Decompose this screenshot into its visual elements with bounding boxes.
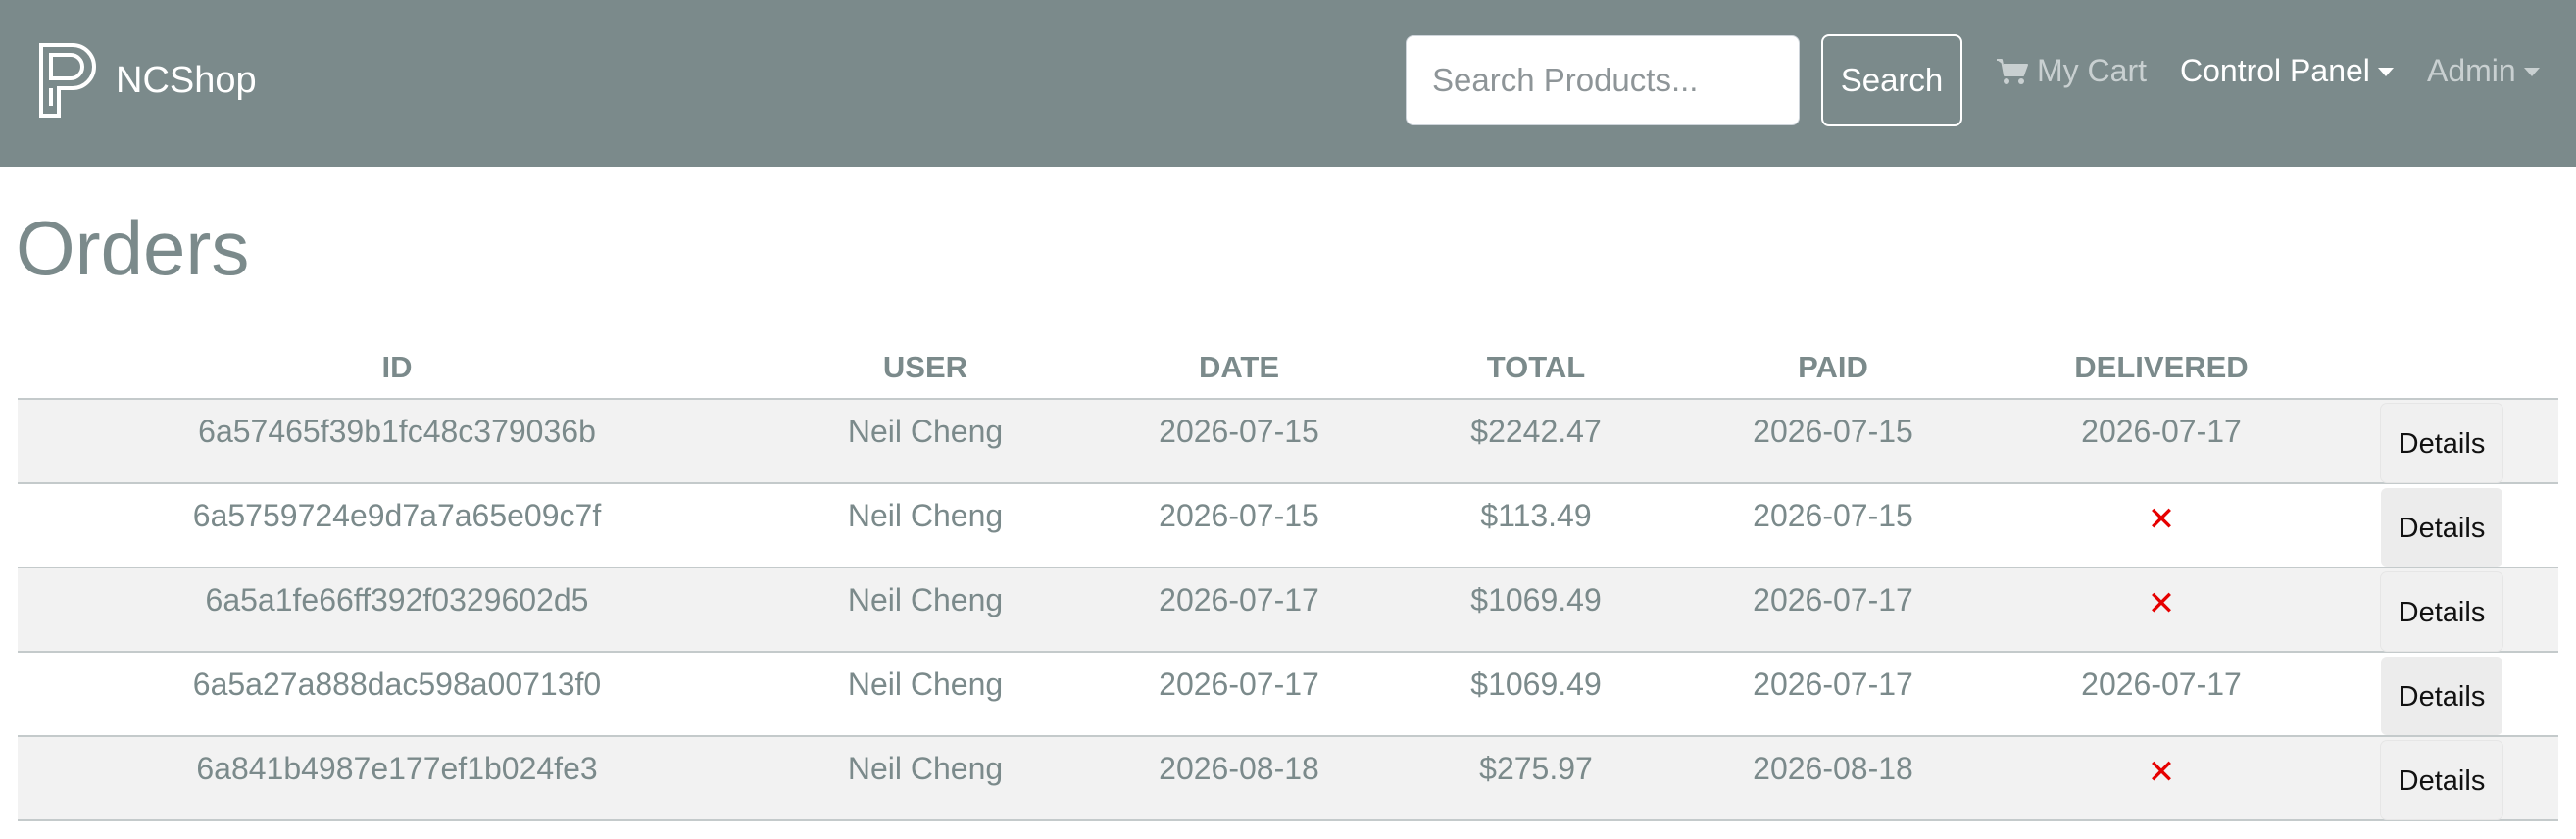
- cell-actions: Details: [2325, 399, 2558, 484]
- cell-actions: Details: [2325, 568, 2558, 653]
- details-button[interactable]: Details: [2381, 488, 2502, 567]
- cell-actions: Details: [2325, 483, 2558, 568]
- table-row: 6a57465f39b1fc48c379036b Neil Cheng 2026-0…: [18, 399, 2558, 484]
- table-header-row: ID USER DATE TOTAL PAID DELIVERED: [18, 337, 2558, 400]
- cell-delivered: ✕: [1998, 568, 2325, 653]
- cell-delivered: 2026-07-17: [1998, 652, 2325, 737]
- ncshop-logo-icon: [39, 43, 96, 118]
- cell-paid: 2026-08-18: [1668, 736, 1998, 821]
- cell-date: 2026-07-15: [1074, 399, 1404, 484]
- page-title: Orders: [16, 205, 250, 291]
- cell-total: $275.97: [1404, 736, 1668, 821]
- cell-user: Neil Cheng: [776, 568, 1074, 653]
- cell-delivered: 2026-07-17: [1998, 399, 2325, 484]
- not-delivered-icon: ✕: [2147, 501, 2176, 538]
- nav-my-cart[interactable]: My Cart: [1996, 53, 2147, 89]
- not-delivered-icon: ✕: [2147, 754, 2176, 791]
- cell-paid: 2026-07-15: [1668, 483, 1998, 568]
- cell-id: 6a57465f39b1fc48c379036b: [18, 399, 776, 484]
- cell-user: Neil Cheng: [776, 652, 1074, 737]
- chevron-down-icon: [2523, 68, 2540, 76]
- cell-date: 2026-08-18: [1074, 736, 1404, 821]
- nav-admin-label: Admin: [2427, 53, 2516, 88]
- nav-control-panel-dropdown[interactable]: Control Panel: [2180, 53, 2394, 89]
- orders-table: ID USER DATE TOTAL PAID DELIVERED 6a5746…: [18, 337, 2558, 821]
- table-row: 6a841b4987e177ef1b024fe3 Neil Cheng 2026-0…: [18, 736, 2558, 821]
- column-header-actions: [2325, 337, 2558, 400]
- nav-admin-dropdown[interactable]: Admin: [2427, 53, 2540, 89]
- column-header-date: DATE: [1074, 337, 1404, 400]
- table-row: 6a5759724e9d7a7a65e09c7f Neil Cheng 2026-0…: [18, 483, 2558, 568]
- table-row: 6a5a27a888dac598a00713f0 Neil Cheng 2026-0…: [18, 652, 2558, 737]
- cell-total: $1069.49: [1404, 568, 1668, 653]
- cell-date: 2026-07-17: [1074, 568, 1404, 653]
- details-button[interactable]: Details: [2381, 741, 2502, 819]
- cell-actions: Details: [2325, 652, 2558, 737]
- column-header-paid: PAID: [1668, 337, 1998, 400]
- cell-id: 6a841b4987e177ef1b024fe3: [18, 736, 776, 821]
- brand-name: NCShop: [116, 59, 257, 101]
- cell-user: Neil Cheng: [776, 736, 1074, 821]
- brand-link[interactable]: NCShop: [37, 41, 257, 120]
- cell-date: 2026-07-17: [1074, 652, 1404, 737]
- details-button[interactable]: Details: [2381, 657, 2502, 735]
- cell-id: 6a5a27a888dac598a00713f0: [18, 652, 776, 737]
- cell-paid: 2026-07-15: [1668, 399, 1998, 484]
- top-navbar: NCShop Search My Cart Control Panel Admi…: [0, 0, 2576, 167]
- column-header-total: TOTAL: [1404, 337, 1668, 400]
- cell-total: $2242.47: [1404, 399, 1668, 484]
- details-button[interactable]: Details: [2381, 404, 2502, 482]
- cell-id: 6a5a1fe66ff392f0329602d5: [18, 568, 776, 653]
- nav-control-panel-label: Control Panel: [2180, 53, 2370, 88]
- nav-my-cart-label: My Cart: [2037, 53, 2147, 88]
- cell-paid: 2026-07-17: [1668, 652, 1998, 737]
- shopping-cart-icon: [1997, 58, 2028, 84]
- cell-total: $113.49: [1404, 483, 1668, 568]
- chevron-down-icon: [2377, 68, 2394, 76]
- column-header-id: ID: [18, 337, 776, 400]
- column-header-user: USER: [776, 337, 1074, 400]
- table-row: 6a5a1fe66ff392f0329602d5 Neil Cheng 2026-0…: [18, 568, 2558, 653]
- cell-user: Neil Cheng: [776, 483, 1074, 568]
- cell-paid: 2026-07-17: [1668, 568, 1998, 653]
- column-header-delivered: DELIVERED: [1998, 337, 2325, 400]
- cell-total: $1069.49: [1404, 652, 1668, 737]
- not-delivered-icon: ✕: [2147, 585, 2176, 622]
- cell-delivered: ✕: [1998, 483, 2325, 568]
- cell-date: 2026-07-15: [1074, 483, 1404, 568]
- cell-user: Neil Cheng: [776, 399, 1074, 484]
- search-input[interactable]: [1406, 35, 1800, 125]
- search-button[interactable]: Search: [1821, 34, 1962, 126]
- cell-delivered: ✕: [1998, 736, 2325, 821]
- cell-id: 6a5759724e9d7a7a65e09c7f: [18, 483, 776, 568]
- details-button[interactable]: Details: [2381, 572, 2502, 651]
- cell-actions: Details: [2325, 736, 2558, 821]
- orders-table-body: 6a57465f39b1fc48c379036b Neil Cheng 2026-0…: [18, 399, 2558, 821]
